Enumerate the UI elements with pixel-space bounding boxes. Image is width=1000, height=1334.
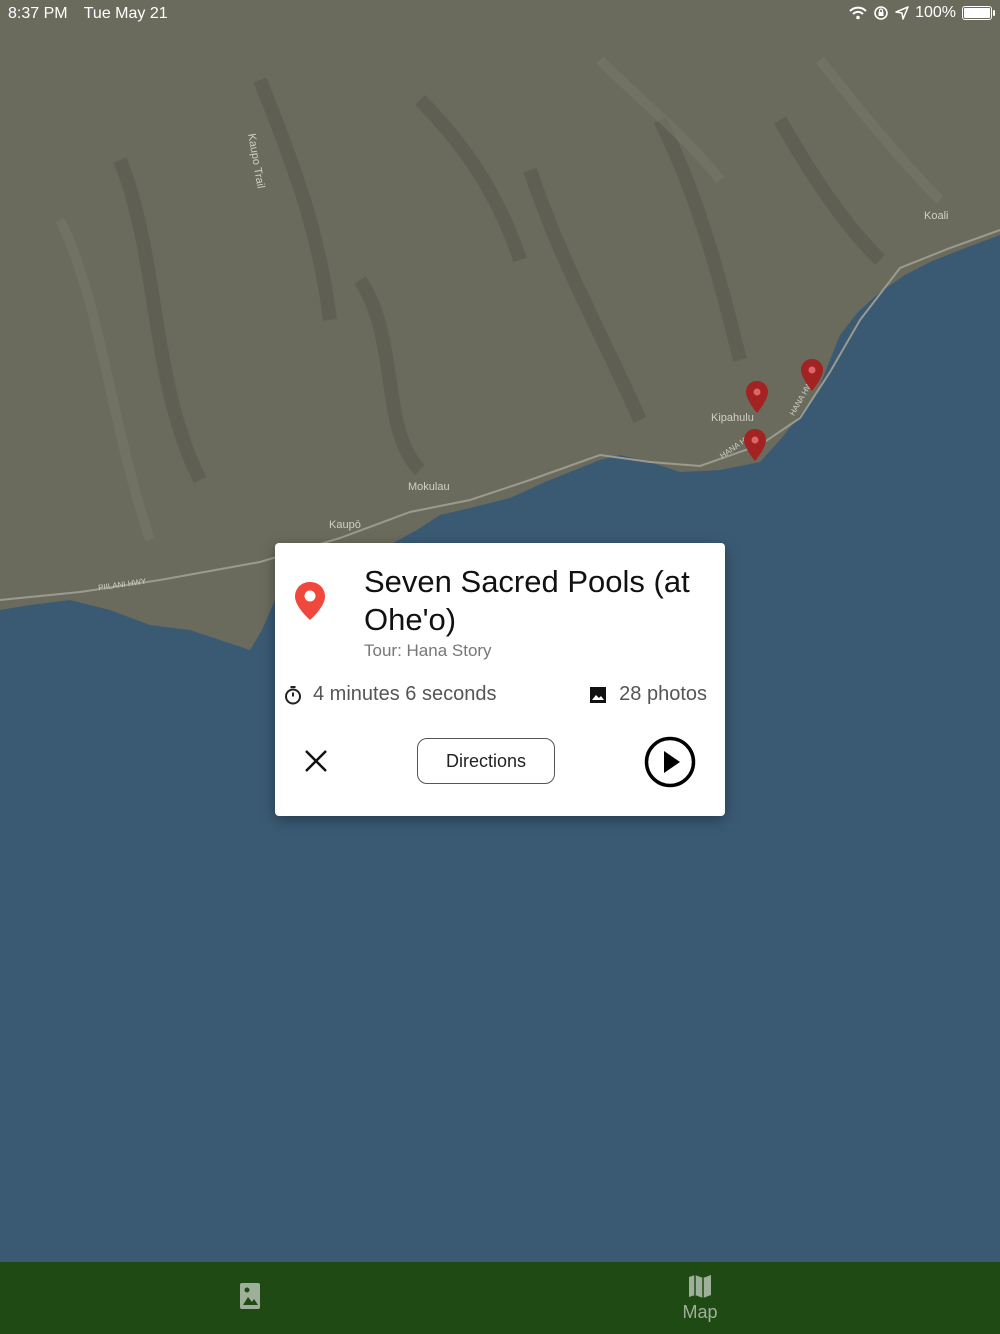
- orientation-lock-icon: [874, 6, 888, 20]
- map-label-koali: Koali: [924, 210, 949, 222]
- directions-button[interactable]: Directions: [417, 738, 555, 784]
- map-label-mokulau: Mokulau: [408, 481, 450, 493]
- map-icon: [689, 1275, 711, 1298]
- image-icon: [590, 686, 607, 703]
- stop-title: Seven Sacred Pools (at Ohe'o): [364, 564, 690, 637]
- timer-icon: [285, 685, 301, 704]
- tour-name: Tour: Hana Story: [364, 641, 492, 660]
- wifi-icon: [849, 6, 867, 20]
- photos-info: 28 photos: [589, 683, 707, 706]
- map-pin-marker[interactable]: [800, 358, 824, 392]
- duration-info: 4 minutes 6 seconds: [283, 683, 496, 706]
- battery-icon: [962, 6, 995, 20]
- duration-text: 4 minutes 6 seconds: [313, 683, 497, 705]
- tab-label-map: Map: [682, 1302, 718, 1322]
- location-pin-icon: [295, 582, 325, 620]
- location-arrow-icon: [895, 6, 909, 20]
- map-label-kaupo: Kaupō: [329, 519, 361, 531]
- close-icon[interactable]: [301, 746, 331, 776]
- photos-count: 28 photos: [619, 683, 707, 705]
- battery-percentage: 100%: [915, 4, 956, 21]
- status-time: 8:37 PM: [8, 5, 68, 22]
- status-bar: 8:37 PM Tue May 21 100%: [0, 0, 1000, 28]
- tab-map[interactable]: Map: [450, 1262, 950, 1334]
- map-pin-marker[interactable]: [743, 428, 767, 462]
- play-icon[interactable]: [644, 736, 696, 788]
- map-pin-marker[interactable]: [745, 380, 769, 414]
- photo-portrait-icon: [240, 1283, 260, 1309]
- tab-gallery[interactable]: [0, 1262, 500, 1334]
- tab-bar: Map: [0, 1262, 1000, 1334]
- stop-info-card: Seven Sacred Pools (at Ohe'o) Tour: Hana…: [275, 543, 725, 816]
- status-date: Tue May 21: [83, 5, 168, 22]
